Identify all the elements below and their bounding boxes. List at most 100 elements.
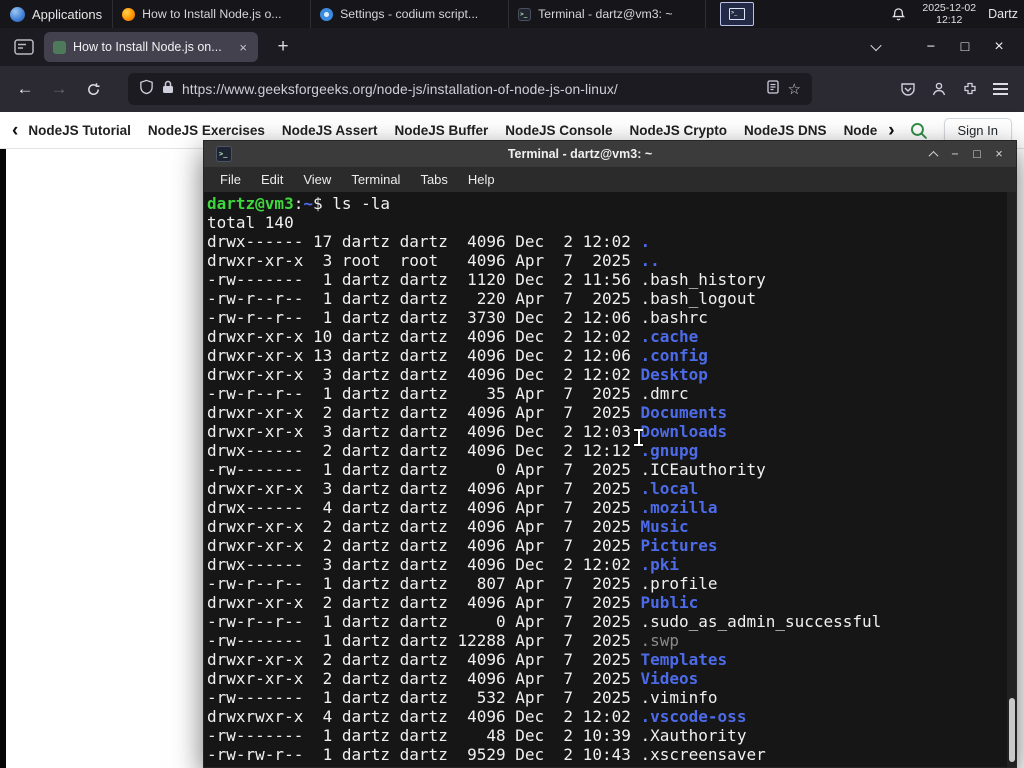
terminal-output-line: -rw-r--r-- 1 dartz dartz 0 Apr 7 2025 .s… [207, 612, 1016, 631]
shield-icon[interactable] [139, 79, 154, 100]
site-nav-item[interactable]: NodeJS Crypto [630, 123, 728, 138]
file-meta: -rw-r--r-- 1 dartz dartz 220 Apr 7 2025 [207, 289, 641, 308]
terminal-output-line: -rw------- 1 dartz dartz 0 Apr 7 2025 .I… [207, 460, 1016, 479]
site-nav-item[interactable]: NodeJS Tutorial [28, 123, 131, 138]
sign-in-button[interactable]: Sign In [943, 117, 1012, 143]
applications-menu-label: Applications [32, 6, 103, 22]
pocket-icon[interactable] [892, 74, 923, 105]
file-meta: drwxr-xr-x 3 dartz dartz 4096 Dec 2 12:0… [207, 365, 641, 384]
site-nav-item[interactable]: NodeJS Exercises [148, 123, 265, 138]
nav-scroll-left-icon[interactable] [12, 121, 18, 140]
desktop-edge-strip [0, 149, 6, 768]
reload-button[interactable] [76, 72, 110, 106]
file-name: Desktop [640, 365, 708, 384]
firefox-icon [122, 7, 136, 21]
panel-window-button[interactable]: How to Install Node.js o... [112, 0, 310, 28]
file-name: .cache [640, 327, 699, 346]
terminal-menu-item[interactable]: Tabs [410, 172, 457, 187]
terminal-close-button[interactable]: × [988, 141, 1010, 167]
terminal-output-line: drwxrwxr-x 4 dartz dartz 4096 Dec 2 12:0… [207, 707, 1016, 726]
panel-window-button[interactable]: Settings - codium script... [310, 0, 508, 28]
file-name: Music [640, 517, 689, 536]
url-bar[interactable]: https://www.geeksforgeeks.org/node-js/in… [128, 73, 812, 105]
forward-button[interactable]: → [42, 72, 76, 106]
terminal-scrollbar[interactable] [1007, 192, 1016, 767]
settings-icon [320, 7, 334, 21]
clock-date: 2025-12-02 [922, 2, 977, 14]
reader-view-icon[interactable] [766, 79, 780, 99]
site-nav-item[interactable]: Node [844, 123, 878, 138]
new-tab-button[interactable]: + [270, 36, 296, 58]
terminal-minimize-button[interactable]: − [944, 141, 966, 167]
file-name: .sudo_as_admin_successful [640, 612, 882, 631]
panel-window-title: Terminal - dartz@vm3: ~ [538, 7, 673, 21]
site-nav-item[interactable]: NodeJS DNS [744, 123, 827, 138]
applications-menu-button[interactable]: Applications [0, 0, 112, 28]
file-meta: -rw-rw-r-- 1 dartz dartz 9529 Dec 2 10:4… [207, 745, 641, 764]
back-button[interactable]: ← [8, 72, 42, 106]
chevron-down-icon [870, 39, 882, 52]
browser-minimize-button[interactable]: − [914, 39, 948, 55]
reload-icon [87, 82, 99, 95]
terminal-menu-item[interactable]: View [293, 172, 341, 187]
terminal-menu-item[interactable]: Edit [251, 172, 293, 187]
url-text[interactable]: https://www.geeksforgeeks.org/node-js/in… [182, 82, 758, 97]
file-name: .pki [640, 555, 680, 574]
terminal-output-line: drwx------ 4 dartz dartz 4096 Apr 7 2025… [207, 498, 1016, 517]
list-all-tabs-button[interactable] [864, 35, 888, 59]
terminal-titlebar[interactable]: Terminal - dartz@vm3: ~ − □ × [204, 141, 1016, 167]
site-nav-item[interactable]: NodeJS Console [505, 123, 612, 138]
nav-scroll-right-icon[interactable] [888, 121, 894, 140]
panel-window-button[interactable]: Terminal - dartz@vm3: ~ [508, 0, 707, 28]
menu-hamburger-icon[interactable] [985, 74, 1016, 105]
browser-tab[interactable]: How to Install Node.js on... × [44, 32, 258, 62]
terminal-prompt-line: dartz@vm3:~$ ls -la [207, 194, 1016, 213]
terminal-content[interactable]: dartz@vm3:~$ ls -la total 140 drwx------… [204, 192, 1016, 767]
mouse-cursor-ibeam [634, 429, 643, 446]
panel-window-title: Settings - codium script... [340, 7, 479, 21]
terminal-output-line: drwxr-xr-x 13 dartz dartz 4096 Dec 2 12:… [207, 346, 1016, 365]
applications-menu-icon [10, 6, 25, 22]
lock-icon[interactable] [162, 80, 174, 99]
file-meta: drwxr-xr-x 2 dartz dartz 4096 Apr 7 2025 [207, 517, 641, 536]
site-nav-item[interactable]: NodeJS Assert [282, 123, 378, 138]
tab-close-icon[interactable]: × [237, 40, 249, 55]
hamburger-lines [993, 88, 1008, 90]
panel-clock[interactable]: 2025-12-02 12:12 [922, 2, 976, 26]
site-nav-item[interactable]: NodeJS Buffer [394, 123, 488, 138]
terminal-output-line: drwxr-xr-x 3 dartz dartz 4096 Apr 7 2025… [207, 479, 1016, 498]
file-meta: drwxr-xr-x 13 dartz dartz 4096 Dec 2 12:… [207, 346, 641, 365]
browser-maximize-button[interactable]: □ [948, 39, 982, 55]
bookmark-star-icon[interactable]: ☆ [788, 80, 801, 98]
terminal-window: Terminal - dartz@vm3: ~ − □ × FileEditVi… [203, 140, 1017, 768]
terminal-total-line: total 140 [207, 213, 294, 232]
terminal-maximize-button[interactable]: □ [966, 141, 988, 167]
terminal-shade-button[interactable] [922, 141, 944, 167]
terminal-output-line: drwxr-xr-x 3 dartz dartz 4096 Dec 2 12:0… [207, 422, 1016, 441]
file-meta: -rw-r--r-- 1 dartz dartz 0 Apr 7 2025 [207, 612, 641, 631]
file-name: Downloads [640, 422, 728, 441]
account-icon[interactable] [923, 74, 954, 105]
scrollbar-thumb[interactable] [1009, 698, 1015, 762]
notification-bell-icon[interactable] [886, 2, 910, 26]
file-name: .xscreensaver [640, 745, 766, 764]
extensions-icon[interactable] [954, 74, 985, 105]
file-meta: drwx------ 2 dartz dartz 4096 Dec 2 12:1… [207, 441, 641, 460]
browser-close-button[interactable]: × [982, 38, 1016, 56]
terminal-menu-item[interactable]: Help [458, 172, 505, 187]
terminal-output-line: drwxr-xr-x 2 dartz dartz 4096 Apr 7 2025… [207, 650, 1016, 669]
file-meta: drwx------ 3 dartz dartz 4096 Dec 2 12:0… [207, 555, 641, 574]
firefox-view-icon[interactable] [14, 39, 34, 55]
file-name: . [640, 232, 651, 251]
file-name: .viminfo [640, 688, 718, 707]
file-name: .vscode-oss [640, 707, 747, 726]
file-name: .swp [640, 631, 680, 650]
file-name: Documents [640, 403, 728, 422]
search-icon[interactable] [909, 121, 928, 140]
terminal-output-line: -rw-r--r-- 1 dartz dartz 3730 Dec 2 12:0… [207, 308, 1016, 327]
terminal-menu-item[interactable]: Terminal [341, 172, 410, 187]
terminal-app-icon [216, 146, 232, 162]
terminal-output-line: -rw------- 1 dartz dartz 12288 Apr 7 202… [207, 631, 1016, 650]
terminal-menu-item[interactable]: File [210, 172, 251, 187]
tray-terminal-button[interactable] [720, 2, 755, 26]
